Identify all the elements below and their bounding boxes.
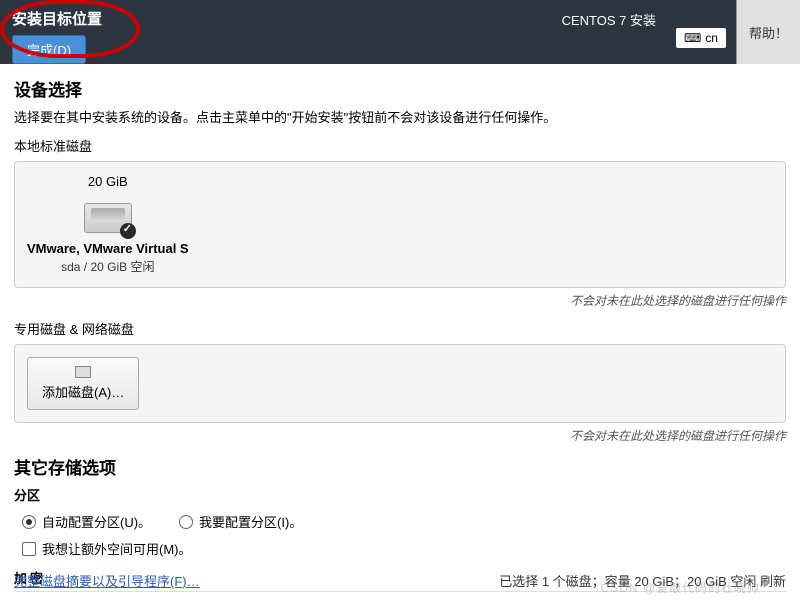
manual-partition-radio[interactable]: 我要配置分区(I)。 (179, 512, 302, 531)
special-disks-label: 专用磁盘 & 网络磁盘 (14, 319, 786, 338)
device-description: 选择要在其中安装系统的设备。点击主菜单中的"开始安装"按钮前不会对该设备进行任何… (14, 107, 786, 126)
hard-drive-icon (84, 195, 132, 233)
disk-small-icon (75, 366, 91, 378)
keyboard-indicator[interactable]: ⌨ cn (676, 28, 726, 48)
local-disk-panel: 20 GiB VMware, VMware Virtual S sda / 20… (14, 161, 786, 288)
disk-detail: sda / 20 GiB 空闲 (27, 258, 189, 275)
done-button[interactable]: 完成(D) (12, 35, 86, 64)
disk-item-sda[interactable]: 20 GiB VMware, VMware Virtual S sda / 20… (27, 174, 189, 275)
keyboard-layout: cn (705, 31, 718, 45)
storage-section-title: 其它存储选项 (14, 454, 786, 479)
install-label: CENTOS 7 安装 (562, 8, 656, 29)
checkbox-icon (22, 542, 36, 556)
add-disk-button[interactable]: 添加磁盘(A)… (27, 357, 139, 410)
special-disk-panel: 添加磁盘(A)… (14, 344, 786, 423)
extra-space-checkbox[interactable]: 我想让额外空间可用(M)。 (14, 539, 786, 558)
footer-bar: 完整磁盘摘要以及引导程序(F)… 已选择 1 个磁盘；容量 20 GiB；20 … (14, 571, 786, 590)
header-right: CENTOS 7 安装 ⌨ cn 帮助！ (562, 8, 800, 64)
auto-partition-label: 自动配置分区(U)。 (42, 512, 151, 531)
add-disk-label: 添加磁盘(A)… (42, 382, 124, 401)
local-disks-label: 本地标准磁盘 (14, 136, 786, 155)
auto-partition-radio[interactable]: 自动配置分区(U)。 (22, 512, 151, 531)
disk-summary-link[interactable]: 完整磁盘摘要以及引导程序(F)… (14, 571, 200, 590)
partition-radio-group: 自动配置分区(U)。 我要配置分区(I)。 (14, 512, 786, 531)
special-disk-hint: 不会对未在此处选择的磁盘进行任何操作 (14, 427, 786, 444)
keyboard-icon: ⌨ (684, 31, 701, 45)
partition-label: 分区 (14, 485, 786, 504)
check-icon (120, 223, 136, 239)
radio-icon (179, 515, 193, 529)
header-bar: 安装目标位置 完成(D) CENTOS 7 安装 ⌨ cn 帮助！ (0, 0, 800, 64)
radio-icon (22, 515, 36, 529)
selection-status: 已选择 1 个磁盘；容量 20 GiB；20 GiB 空闲 刷新 (499, 571, 786, 590)
extra-space-label: 我想让额外空间可用(M)。 (42, 539, 192, 558)
device-section-title: 设备选择 (14, 76, 786, 101)
main-content: 设备选择 选择要在其中安装系统的设备。点击主菜单中的"开始安装"按钮前不会对该设… (0, 64, 800, 612)
help-button[interactable]: 帮助！ (736, 0, 800, 64)
local-disk-hint: 不会对未在此处选择的磁盘进行任何操作 (14, 292, 786, 309)
disk-name: VMware, VMware Virtual S (27, 241, 189, 256)
manual-partition-label: 我要配置分区(I)。 (199, 512, 302, 531)
disk-size: 20 GiB (27, 174, 189, 189)
divider (14, 591, 786, 592)
